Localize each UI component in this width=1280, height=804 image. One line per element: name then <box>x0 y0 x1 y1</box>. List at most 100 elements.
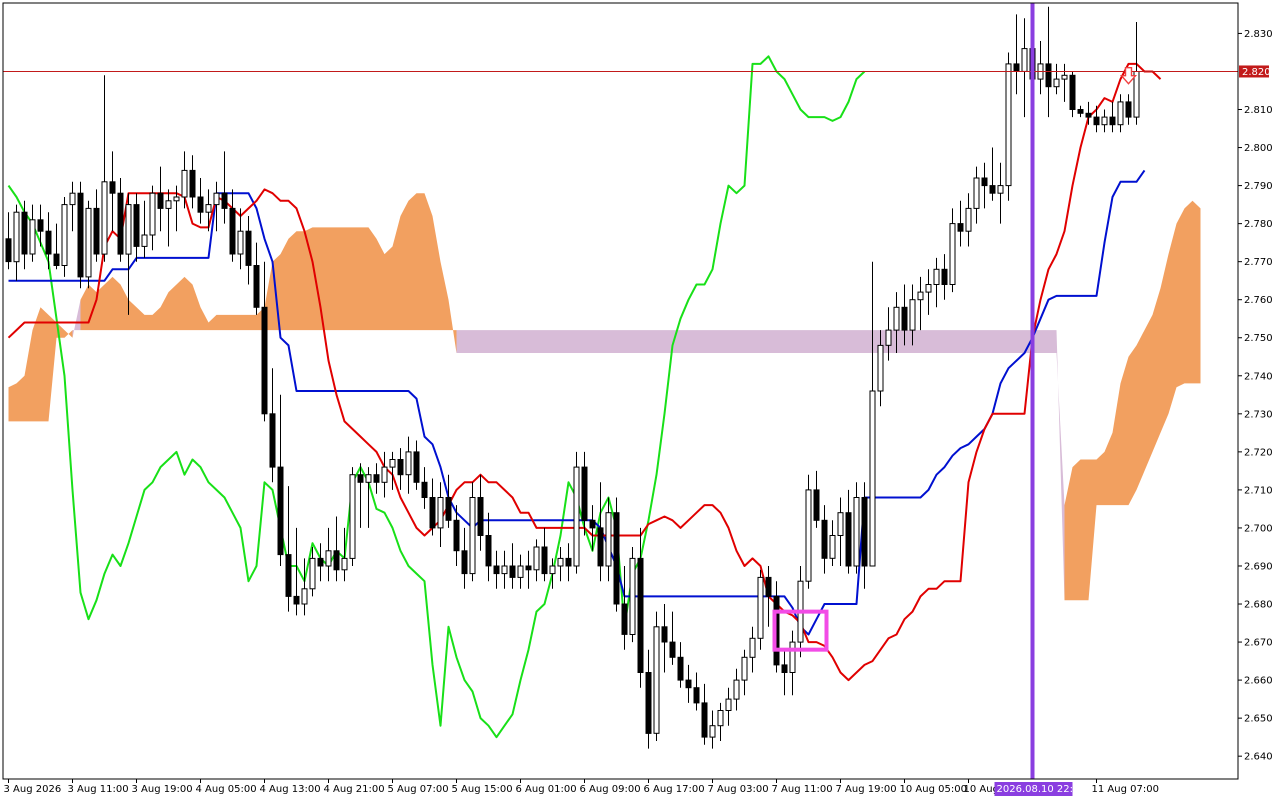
candle-body-bearish <box>613 512 620 605</box>
candle-body-bearish <box>845 512 852 567</box>
candle-body-bullish <box>757 576 764 639</box>
candle-body-bullish <box>101 181 108 255</box>
candle-body-bullish <box>165 200 172 209</box>
candle-body-bearish <box>1109 116 1116 126</box>
candle-body-bearish <box>941 268 948 285</box>
candle-body-bullish <box>405 451 412 476</box>
candle-body-bearish <box>37 219 44 232</box>
candle-body-bullish <box>869 390 876 567</box>
y-tick-label: 2.740 <box>1244 371 1273 382</box>
candle <box>77 181 84 289</box>
candle-body-bearish <box>477 497 484 536</box>
candle <box>629 547 636 643</box>
candle <box>85 200 92 289</box>
candle-body-bearish <box>197 196 204 213</box>
x-tick-label: 5 Aug 07:00 <box>388 784 449 795</box>
candle-body-bullish <box>1101 116 1108 126</box>
candle-body-bearish <box>485 535 492 567</box>
candle-body-bearish <box>253 265 260 308</box>
candle-body-bearish <box>93 207 100 255</box>
candle-body-bearish <box>1077 109 1084 114</box>
candle-body-bearish <box>461 550 468 575</box>
candle-body-bullish <box>573 466 580 567</box>
candle-body-bullish <box>1061 74 1068 80</box>
candle-body-bullish <box>805 489 812 582</box>
vertical-marker-time-label: 2026.08.10 22:00 <box>997 784 1086 795</box>
x-tick-label: 4 Aug 13:00 <box>260 784 321 795</box>
candle-body-bullish <box>1053 78 1060 88</box>
candle-body-bearish <box>317 557 324 567</box>
y-tick-label: 2.730 <box>1244 409 1273 420</box>
candle <box>613 497 620 612</box>
y-tick-label: 2.650 <box>1244 714 1273 725</box>
x-tick-label: 4 Aug 05:00 <box>196 784 257 795</box>
candle-body-bearish <box>813 489 820 521</box>
candle-body-bullish <box>885 329 892 346</box>
candle-body-bearish <box>493 565 500 575</box>
y-tick-label: 2.680 <box>1244 600 1273 611</box>
candle-body-bearish <box>117 192 124 255</box>
candle-body-bearish <box>581 466 588 521</box>
candle-body-bullish <box>925 284 932 293</box>
candle-body-bearish <box>109 181 116 194</box>
candle <box>61 197 68 277</box>
y-tick-label: 2.830 <box>1244 29 1273 40</box>
candle-body-bullish <box>853 497 860 567</box>
candle-body-bullish <box>69 192 76 206</box>
candle-body-bullish <box>85 207 92 278</box>
x-tick-label: 10 Aug <box>964 784 999 795</box>
candle-body-bullish <box>1133 71 1140 118</box>
candle-body-bearish <box>1045 63 1052 88</box>
candle <box>349 467 356 566</box>
candle-body-bearish <box>981 177 988 187</box>
candle-body-bearish <box>901 306 908 331</box>
candle-body-bearish <box>509 565 516 578</box>
candle-body-bullish <box>877 344 884 392</box>
x-tick-label: 5 Aug 15:00 <box>452 784 513 795</box>
candle-body-bearish <box>21 211 28 255</box>
y-tick-label: 2.810 <box>1244 105 1273 116</box>
candle-body-bearish <box>421 481 428 498</box>
y-tick-label: 2.720 <box>1244 447 1273 458</box>
candle-body-bullish <box>893 306 900 331</box>
candle-body-bullish <box>325 550 332 567</box>
candle <box>653 611 660 741</box>
x-tick-label: 7 Aug 11:00 <box>772 784 833 795</box>
candle-body-bearish <box>957 223 964 232</box>
candle-body-bearish <box>861 497 868 567</box>
candle-body-bullish <box>789 641 796 673</box>
candle-body-bearish <box>1125 101 1132 118</box>
y-tick-label: 2.800 <box>1244 143 1273 154</box>
candle-body-bullish <box>837 512 844 537</box>
candle-body-bullish <box>141 234 148 247</box>
candle-body-bullish <box>933 268 940 285</box>
candle-body-bullish <box>549 565 556 575</box>
candle-body-bullish <box>733 679 740 700</box>
candle-body-bearish <box>397 459 404 476</box>
candle-body-bearish <box>621 603 628 635</box>
x-tick-label: 3 Aug 11:00 <box>68 784 129 795</box>
candle-body-bearish <box>765 576 772 597</box>
candle-body-bearish <box>261 306 268 415</box>
candle-body-bullish <box>829 535 836 559</box>
x-tick-label: 7 Aug 19:00 <box>836 784 897 795</box>
candle-body-bullish <box>725 698 732 711</box>
candle <box>469 482 476 582</box>
candle-body-bearish <box>565 557 572 567</box>
candle-body-bearish <box>229 207 236 255</box>
candle-body-bearish <box>645 672 652 734</box>
candle-body-bearish <box>685 679 692 689</box>
candle-body-bearish <box>429 497 436 529</box>
y-tick-label: 2.670 <box>1244 638 1273 649</box>
candle-body-bearish <box>589 519 596 529</box>
y-tick-label: 2.770 <box>1244 257 1273 268</box>
candle-body-bearish <box>269 413 276 468</box>
x-tick-label: 6 Aug 17:00 <box>644 784 705 795</box>
candle-body-bearish <box>597 527 604 567</box>
x-tick-label: 4 Aug 21:00 <box>324 784 385 795</box>
x-tick-label: 10 Aug 05:00 <box>900 784 967 795</box>
candle-body-bearish <box>1013 63 1020 73</box>
y-tick-label: 2.760 <box>1244 295 1273 306</box>
candle-body-bullish <box>365 474 372 483</box>
candle-body-bullish <box>501 565 508 575</box>
